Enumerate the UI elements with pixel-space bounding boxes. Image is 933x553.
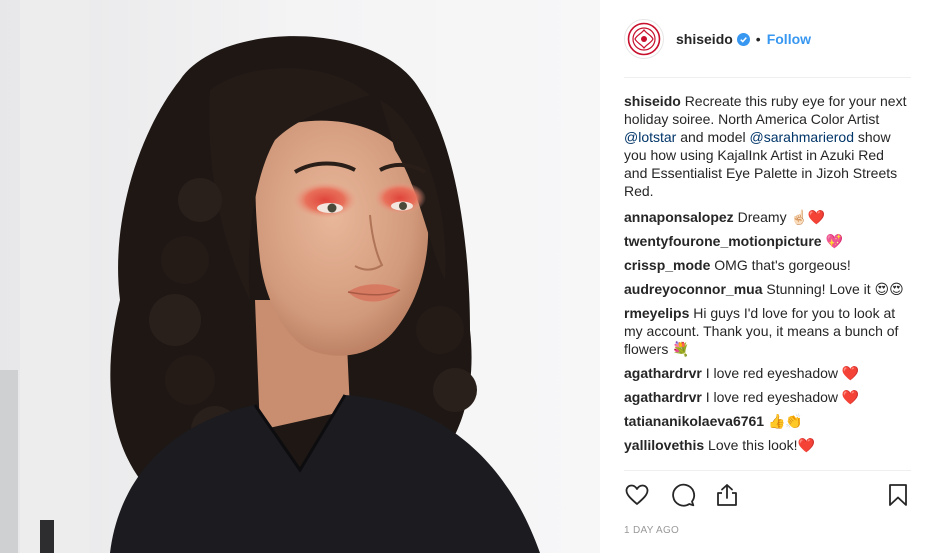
comment-item: twentyfourone_motionpicture 💖 [624,232,911,250]
comment-item: annaponsalopez Dreamy ☝🏻❤️ [624,208,911,226]
action-bar [624,480,911,510]
header-divider [624,77,911,78]
comment-text: I love red eyeshadow ❤️ [705,365,860,381]
comment-username[interactable]: annaponsalopez [624,209,734,225]
comment-bubble-icon[interactable] [670,482,696,508]
post-header: shiseido • Follow [624,18,911,60]
share-icon[interactable] [714,482,740,508]
verified-badge-icon [736,32,750,46]
comment-item: crissp_mode OMG that's gorgeous! [624,256,911,274]
caption: shiseido Recreate this ruby eye for your… [624,92,911,200]
separator-dot: • [755,31,761,47]
comment-item: audreyoconnor_mua Stunning! Love it 😍😍 [624,280,911,298]
comment-username[interactable]: twentyfourone_motionpicture [624,233,822,249]
caption-text: and model [676,129,750,145]
shiseido-logo-icon [627,22,661,56]
comments-list: shiseido Recreate this ruby eye for your… [624,92,911,460]
comment-item: tatiananikolaeva6761 👍👏 [624,412,911,430]
comment-username[interactable]: agathardrvr [624,365,702,381]
comment-username[interactable]: crissp_mode [624,257,710,273]
comment-text: Love this look!❤️ [708,437,815,453]
bookmark-icon[interactable] [885,482,911,508]
author-username[interactable]: shiseido [676,31,733,47]
comment-username[interactable]: agathardrvr [624,389,702,405]
portrait-image [0,0,600,553]
comment-username[interactable]: rmeyelips [624,305,689,321]
post-details-panel: shiseido • Follow shiseido Recreate this… [600,0,933,553]
comment-item: agathardrvr I love red eyeshadow ❤️ [624,388,911,406]
follow-button[interactable]: Follow [767,31,811,47]
mention-link[interactable]: @lotstar [624,129,676,145]
comment-item: rmeyelips Hi guys I'd love for you to lo… [624,304,911,358]
comment-username[interactable]: yallilovethis [624,437,704,453]
avatar[interactable] [624,19,664,59]
comment-text: OMG that's gorgeous! [714,257,851,273]
comment-item: agathardrvr I love red eyeshadow ❤️ [624,364,911,382]
comment-username[interactable]: tatiananikolaeva6761 [624,413,764,429]
actions-divider [624,470,911,471]
comment-text: 💖 [825,233,843,249]
comment-username[interactable]: audreyoconnor_mua [624,281,762,297]
caption-username[interactable]: shiseido [624,93,681,109]
comment-text: I love red eyeshadow ❤️ [705,389,860,405]
comment-text: Dreamy ☝🏻❤️ [737,209,826,225]
post-photo[interactable] [0,0,600,553]
mention-link[interactable]: @sarahmarierod [750,129,854,145]
comment-text: 👍👏 [767,413,803,429]
comment-item: yallilovethis Love this look!❤️ [624,436,911,454]
heart-icon[interactable] [624,482,650,508]
comment-text: Stunning! Love it 😍😍 [766,281,904,297]
post-timestamp[interactable]: 1 DAY AGO [624,525,679,536]
